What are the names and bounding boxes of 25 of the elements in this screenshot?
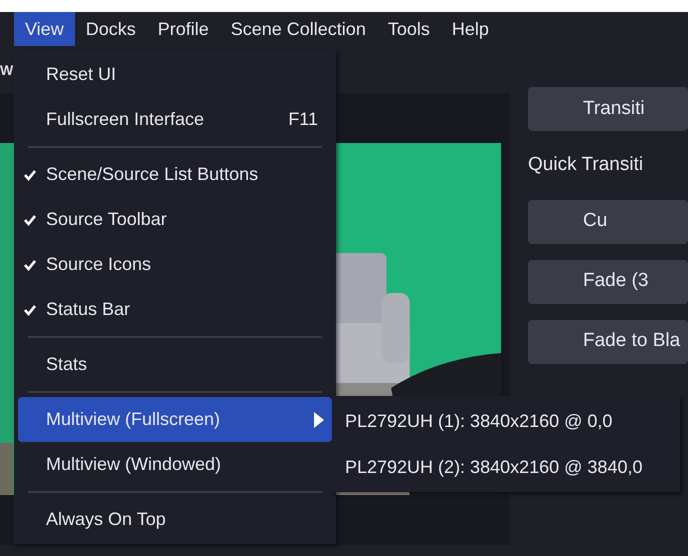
dock-title: W [0,62,14,76]
transition-button[interactable]: Cu [528,200,688,244]
menu-bar-item[interactable]: Docks [74,12,147,46]
menu-item[interactable]: Multiview (Fullscreen) [18,397,332,442]
transition-button[interactable]: Fade (3 [528,260,688,304]
menu-item[interactable]: PL2792UH (2): 3840x2160 @ 3840,0 [332,444,680,490]
menu-bar-item[interactable]: Help [440,12,500,46]
menu-item[interactable]: Reset UI [18,52,332,97]
transition-button[interactable]: Transiti [528,87,688,131]
quick-transitions-label: Quick Transiti [528,153,644,177]
menu-item[interactable]: Source Toolbar [18,197,332,242]
menu-item[interactable]: PL2792UH (1): 3840x2160 @ 0,0 [332,398,680,444]
transition-button[interactable]: Fade to Bla [528,320,688,364]
menu-bar-item[interactable]: View [14,12,75,46]
menu-bar-item[interactable]: Scene Collection [220,12,377,46]
menu-item[interactable]: Fullscreen Interface F11 [18,97,332,142]
menu-item[interactable]: Source Icons [18,242,332,287]
submenu-arrow-icon [314,412,324,428]
menu-item[interactable]: Multiview (Windowed) [18,442,332,487]
menu-bar-item[interactable]: Profile [146,12,220,46]
menu-item[interactable]: Scene/Source List Buttons [18,152,332,197]
menu-bar-item[interactable]: Tools [376,12,441,46]
menu-item[interactable]: Stats [18,342,332,387]
menu-item[interactable]: Status Bar [18,287,332,332]
menu-item[interactable]: Always On Top [18,497,332,542]
